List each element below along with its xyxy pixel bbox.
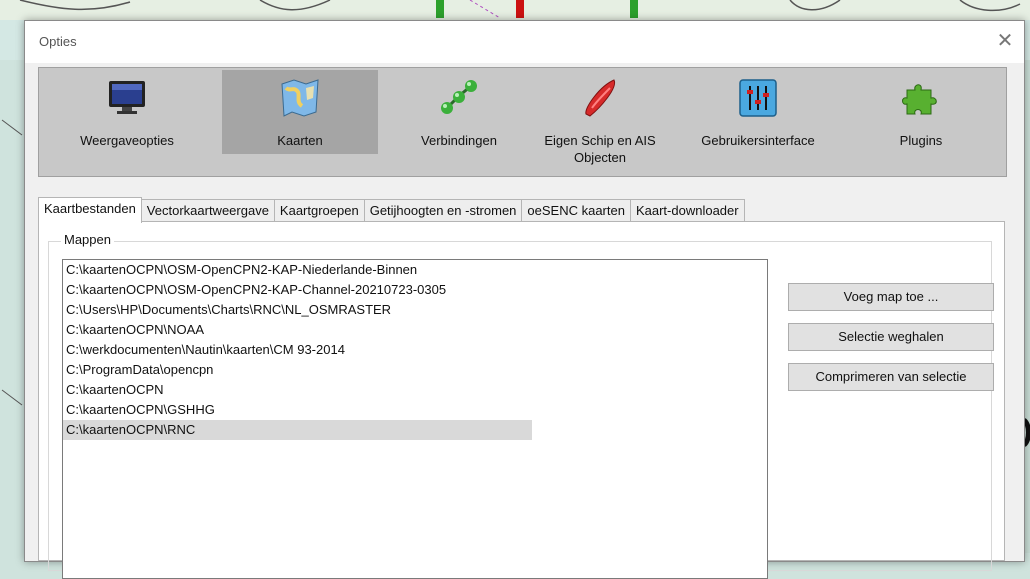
category-label: Gebruikersinterface bbox=[701, 133, 815, 148]
category-label: Verbindingen bbox=[421, 133, 497, 148]
close-icon: ✕ bbox=[996, 30, 1014, 52]
category-user-interface[interactable]: Gebruikersinterface bbox=[676, 70, 840, 154]
list-item-selected[interactable]: C:\kaartenOCPN\RNC bbox=[63, 420, 532, 440]
connections-icon bbox=[441, 80, 477, 114]
list-item[interactable]: C:\kaartenOCPN\GSHHG bbox=[63, 400, 532, 420]
tab-panel-kaartbestanden: Mappen C:\kaartenOCPN\OSM-OpenCPN2-KAP-N… bbox=[38, 221, 1005, 579]
category-own-ship[interactable]: Eigen Schip en AIS Objecten bbox=[534, 70, 666, 165]
list-item[interactable]: C:\kaartenOCPN\NOAA bbox=[63, 320, 532, 340]
options-dialog: Opties ✕ Weergaveopties Kaarten Verbindi… bbox=[24, 20, 1025, 579]
close-button[interactable]: ✕ bbox=[990, 26, 1020, 56]
dialog-title: Opties bbox=[39, 34, 77, 49]
category-label: Weergaveopties bbox=[80, 133, 174, 148]
monitor-icon bbox=[109, 81, 145, 114]
list-item[interactable]: C:\werkdocumenten\Nautin\kaarten\CM 93-2… bbox=[63, 340, 532, 360]
tab-kaartbestanden[interactable]: Kaartbestanden bbox=[38, 197, 142, 223]
category-connections[interactable]: Verbindingen bbox=[388, 70, 530, 154]
compress-selection-button[interactable]: Comprimeren van selectie bbox=[788, 363, 994, 391]
list-item[interactable]: C:\kaartenOCPN\OSM-OpenCPN2-KAP-Niederla… bbox=[63, 260, 532, 280]
category-charts[interactable]: Kaarten bbox=[222, 70, 378, 154]
tab-kaart-downloader[interactable]: Kaart-downloader bbox=[629, 199, 745, 222]
remove-selection-button[interactable]: Selectie weghalen bbox=[788, 323, 994, 351]
list-item[interactable]: C:\kaartenOCPN\OSM-OpenCPN2-KAP-Channel-… bbox=[63, 280, 532, 300]
title-bar[interactable]: Opties ✕ bbox=[25, 21, 1024, 63]
tab-oesenc-kaarten[interactable]: oeSENC kaarten bbox=[521, 199, 631, 222]
category-label: Plugins bbox=[899, 133, 943, 148]
category-plugins[interactable]: Plugins bbox=[851, 70, 991, 154]
category-label: Eigen Schip en AIS Objecten bbox=[544, 133, 656, 165]
tab-vectorkaartweergave[interactable]: Vectorkaartweergave bbox=[140, 199, 275, 222]
folders-group-label: Mappen bbox=[61, 232, 114, 247]
chart-directory-list[interactable]: C:\kaartenOCPN\OSM-OpenCPN2-KAP-Niederla… bbox=[62, 259, 768, 579]
tab-kaartgroepen[interactable]: Kaartgroepen bbox=[273, 199, 365, 222]
category-toolbar: Weergaveopties Kaarten Verbindingen Eige… bbox=[38, 67, 1007, 177]
list-item[interactable]: C:\ProgramData\opencpn bbox=[63, 360, 532, 380]
charts-map-icon bbox=[281, 79, 319, 117]
list-item[interactable]: C:\kaartenOCPN bbox=[63, 380, 532, 400]
tab-getijhoogten[interactable]: Getijhoogten en -stromen bbox=[363, 199, 523, 222]
chart-tabs: Kaartbestanden Vectorkaartweergave Kaart… bbox=[38, 197, 745, 223]
sliders-icon bbox=[739, 79, 777, 117]
puzzle-piece-icon bbox=[902, 84, 937, 115]
list-item[interactable]: C:\Users\HP\Documents\Charts\RNC\NL_OSMR… bbox=[63, 300, 532, 320]
ship-icon bbox=[585, 79, 616, 117]
category-display[interactable]: Weergaveopties bbox=[53, 70, 201, 154]
add-folder-button[interactable]: Voeg map toe ... bbox=[788, 283, 994, 311]
category-label: Kaarten bbox=[277, 133, 323, 148]
